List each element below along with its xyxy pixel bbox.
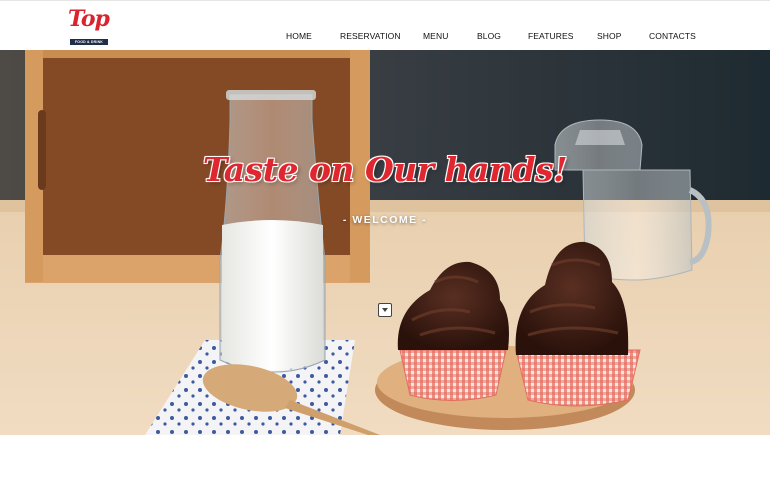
main-nav: HOME RESERVATION MENU BLOG FEATURES SHOP…: [0, 1, 770, 50]
nav-item-reservation[interactable]: RESERVATION: [340, 31, 401, 41]
nav-item-features[interactable]: FEATURES: [528, 31, 574, 41]
chevron-down-icon: [382, 308, 388, 312]
nav-item-menu[interactable]: MENU: [423, 31, 448, 41]
hero-photo: [0, 50, 770, 435]
hero-banner: Taste on Our hands! - WELCOME -: [0, 50, 770, 435]
nav-item-blog[interactable]: BLOG: [477, 31, 501, 41]
nav-item-shop[interactable]: SHOP: [597, 31, 622, 41]
hero-title: Taste on Our hands!: [202, 150, 568, 189]
scroll-down-button[interactable]: [378, 303, 392, 317]
hero-subtitle: - WELCOME -: [342, 214, 428, 226]
page-content-area: [0, 435, 770, 491]
nav-item-contacts[interactable]: CONTACTS: [649, 31, 696, 41]
nav-item-home[interactable]: HOME: [286, 31, 312, 41]
site-header: Top FOOD & DRINK HOME RESERVATION MENU B…: [0, 1, 770, 50]
